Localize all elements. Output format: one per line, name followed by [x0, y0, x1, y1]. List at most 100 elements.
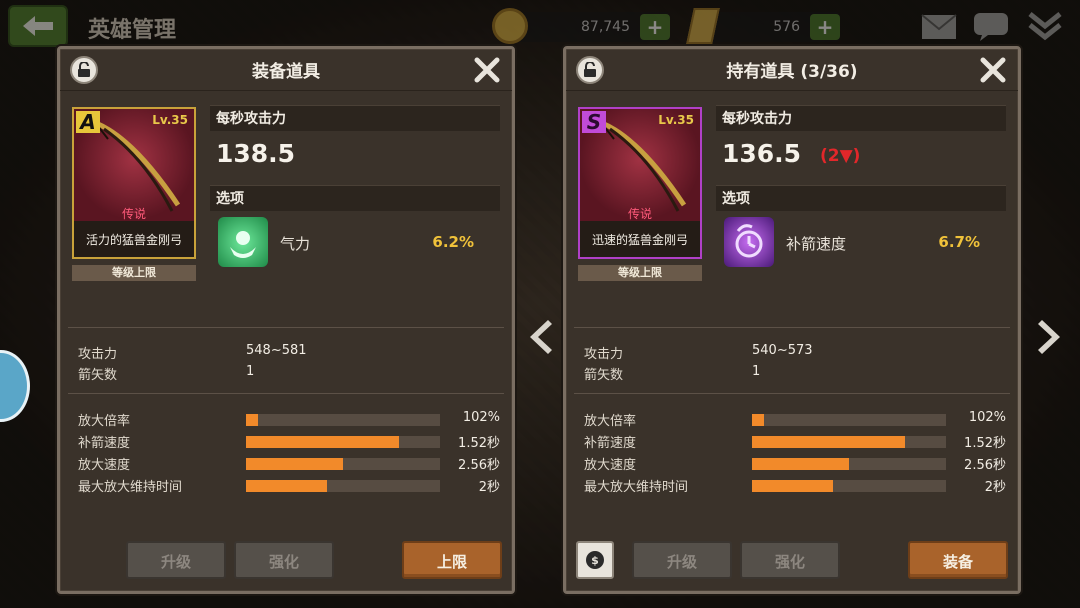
enhance-button[interactable]: 强化: [740, 541, 840, 579]
panel-title: 持有道具 (3/36): [726, 62, 858, 82]
bar-label: 放大速度: [78, 458, 131, 473]
bar-value: 2秒: [478, 480, 500, 495]
bar-track: [752, 414, 946, 426]
dps-value: 138.5: [216, 139, 296, 168]
bar-label: 最大放大维持时间: [78, 480, 183, 495]
item-level: Lv.35: [152, 113, 188, 127]
lock-button[interactable]: [70, 56, 98, 84]
gem-counter: 576 +: [686, 8, 840, 44]
bar-track: [246, 414, 440, 426]
gold-counter: 87,745 +: [492, 8, 670, 44]
enhance-button[interactable]: 强化: [234, 541, 334, 579]
add-gem-button[interactable]: +: [810, 14, 840, 40]
dps-value: 136.5: [722, 139, 802, 168]
level-limit-tag: 等级上限: [578, 265, 702, 281]
stat-value-attack: 548~581: [246, 343, 307, 358]
item-level: Lv.35: [658, 113, 694, 127]
bar-fill: [752, 414, 764, 426]
upgrade-button[interactable]: 升级: [632, 541, 732, 579]
upgrade-button[interactable]: 升级: [126, 541, 226, 579]
bar-track: [246, 480, 440, 492]
panel-title: 装备道具: [252, 62, 320, 82]
dps-header: 每秒攻击力: [716, 105, 1006, 131]
svg-text:$: $: [591, 554, 599, 567]
bar-value: 102%: [968, 410, 1006, 425]
bar-fill: [246, 480, 328, 492]
option-value: 6.2%: [432, 233, 474, 251]
back-arrow-icon: [23, 16, 53, 36]
stat-label-attack: 攻击力: [78, 347, 118, 362]
divider: [574, 393, 1010, 394]
stat-bar-max-zoom-time: 最大放大维持时间 2秒: [78, 476, 500, 495]
option-name: 气力: [280, 235, 311, 253]
bar-track: [246, 436, 440, 448]
option-header: 选项: [210, 185, 500, 211]
bar-fill: [752, 480, 834, 492]
item-rarity: 传说: [121, 207, 146, 221]
bar-fill: [752, 436, 906, 448]
dps-header: 每秒攻击力: [210, 105, 500, 131]
next-arrow-icon[interactable]: [1036, 318, 1066, 356]
mail-icon[interactable]: [920, 10, 958, 42]
gold-coin-icon: [492, 8, 528, 44]
prev-arrow-icon[interactable]: [524, 318, 554, 356]
add-gold-button[interactable]: +: [640, 14, 670, 40]
item-name: 迅速的猛兽金刚弓: [580, 221, 700, 257]
divider: [574, 327, 1010, 328]
divider: [68, 327, 504, 328]
bar-value: 1.52秒: [458, 436, 500, 451]
top-bar: 英雄管理 87,745 + 576 +: [0, 0, 1080, 52]
bar-track: [246, 458, 440, 470]
bar-label: 补箭速度: [584, 436, 637, 451]
stat-bar-max-zoom-time: 最大放大维持时间 2秒: [584, 476, 1006, 495]
lock-button[interactable]: [576, 56, 604, 84]
unlock-icon: [584, 62, 596, 77]
divider: [68, 393, 504, 394]
sell-coin-icon: $: [586, 551, 604, 569]
bar-value: 1.52秒: [964, 436, 1006, 451]
stat-bar-zoom-speed: 放大速度 2.56秒: [78, 454, 500, 473]
bar-label: 放大倍率: [78, 414, 131, 429]
sell-button[interactable]: $: [576, 541, 614, 579]
bar-label: 放大倍率: [584, 414, 637, 429]
unlock-icon: [78, 62, 90, 77]
close-icon[interactable]: [472, 55, 502, 85]
bar-value: 2.56秒: [458, 458, 500, 473]
equip-button[interactable]: 装备: [908, 541, 1008, 579]
option-name: 补箭速度: [786, 235, 847, 253]
chat-icon[interactable]: [972, 10, 1010, 42]
bar-value: 2.56秒: [964, 458, 1006, 473]
stat-label-arrows: 箭矢数: [584, 368, 624, 383]
bar-track: [752, 458, 946, 470]
dps-diff: (2▼): [820, 146, 861, 166]
stat-label-arrows: 箭矢数: [78, 368, 118, 383]
close-icon[interactable]: [978, 55, 1008, 85]
strength-icon: [218, 217, 268, 267]
item-name: 活力的猛兽金刚弓: [74, 221, 194, 257]
level-limit-button[interactable]: 上限: [402, 541, 502, 579]
option-header: 选项: [716, 185, 1006, 211]
bar-fill: [246, 458, 343, 470]
back-button[interactable]: [8, 5, 68, 47]
bar-value: 2秒: [984, 480, 1006, 495]
page-title: 英雄管理: [88, 18, 177, 43]
stat-bar-zoom-speed: 放大速度 2.56秒: [584, 454, 1006, 473]
owned-item-panel: 持有道具 (3/36) S Lv.35 传说 迅速的猛兽金刚弓 等级上限 每秒攻…: [563, 46, 1021, 594]
panel-header: 装备道具: [60, 49, 512, 91]
stat-bar-reload-speed: 补箭速度 1.52秒: [584, 432, 1006, 451]
stat-value-arrows: 1: [246, 364, 255, 379]
collapse-menu-icon[interactable]: [1026, 10, 1064, 42]
bar-label: 最大放大维持时间: [584, 480, 689, 495]
reload-speed-icon: [724, 217, 774, 267]
grade-badge: A: [76, 111, 100, 133]
stat-value-attack: 540~573: [752, 343, 813, 358]
bar-track: [752, 436, 946, 448]
item-card[interactable]: A Lv.35 传说 活力的猛兽金刚弓: [72, 107, 196, 259]
option-value: 6.7%: [938, 233, 980, 251]
stat-bar-zoom-rate: 放大倍率 102%: [584, 410, 1006, 429]
bar-label: 放大速度: [584, 458, 637, 473]
level-limit-tag: 等级上限: [72, 265, 196, 281]
stat-value-arrows: 1: [752, 364, 761, 379]
item-card[interactable]: S Lv.35 传说 迅速的猛兽金刚弓: [578, 107, 702, 259]
bar-fill: [246, 436, 400, 448]
